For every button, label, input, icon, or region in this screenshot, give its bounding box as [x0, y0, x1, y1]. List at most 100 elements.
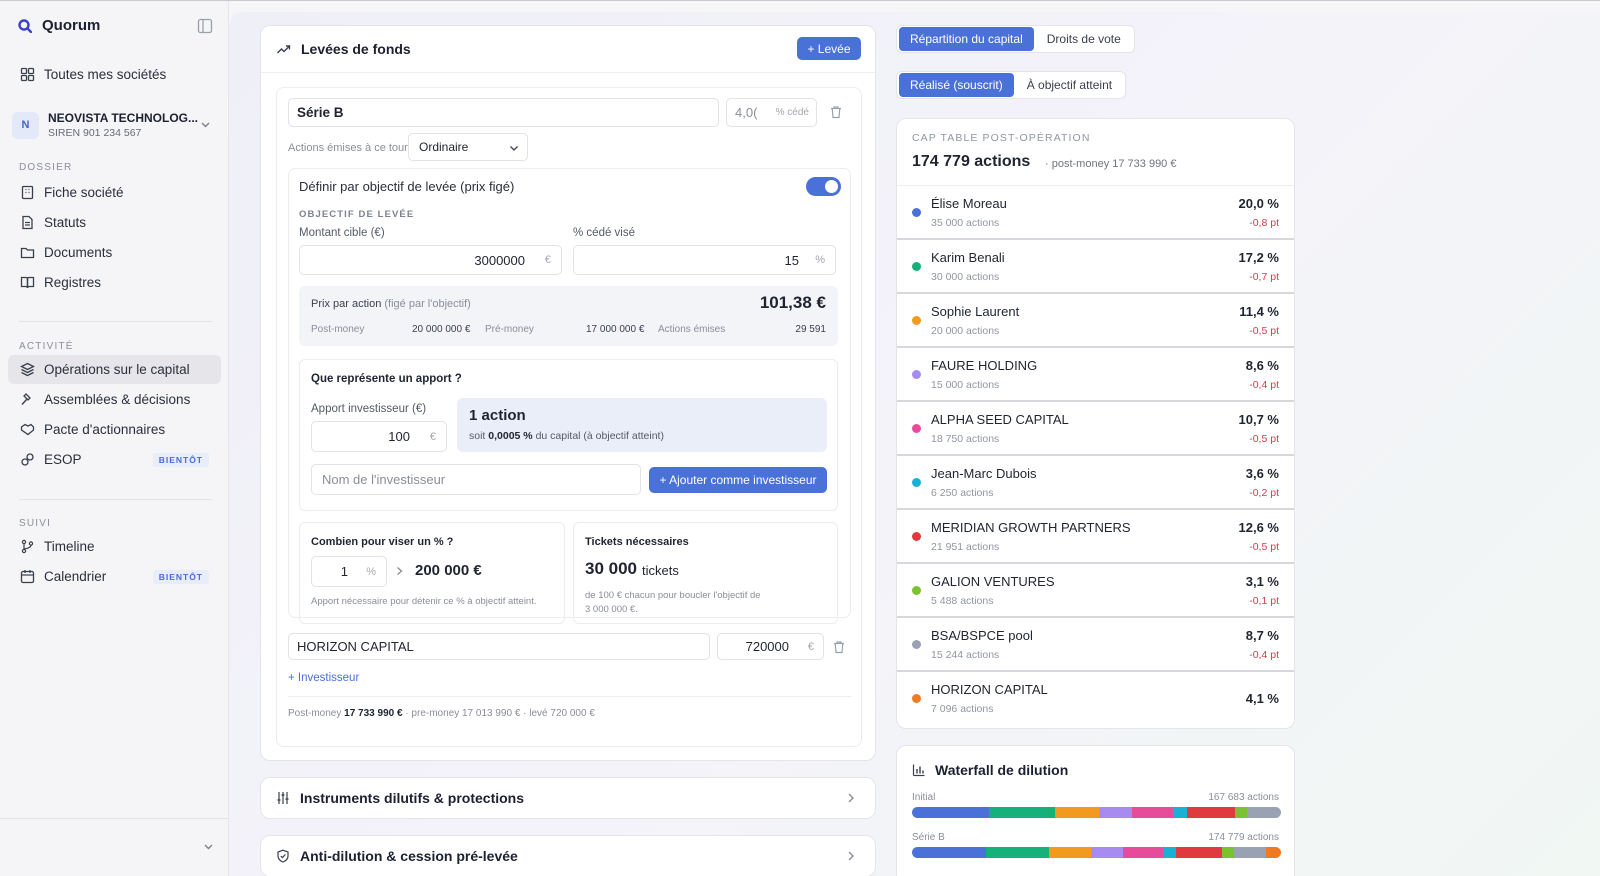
sidebar-item-registres[interactable]: Registres	[8, 268, 221, 297]
holder-row[interactable]: Élise Moreau 35 000 actions 20,0 % -0,8 pt	[897, 186, 1294, 240]
holder-shares: 18 750 actions	[931, 433, 1000, 445]
waterfall-segment	[1055, 807, 1100, 818]
holder-row[interactable]: BSA/BSPCE pool 15 244 actions 8,7 % -0,4 pt	[897, 618, 1294, 672]
shares-type-select[interactable]: Ordinaire	[408, 133, 528, 161]
waterfall-segment	[1265, 847, 1281, 858]
levees-title: Levées de fonds	[301, 41, 411, 57]
shares-label: Actions émises à ce tour	[288, 142, 408, 154]
apport-input[interactable]: 100 €	[311, 421, 447, 452]
holder-row[interactable]: Karim Benali 30 000 actions 17,2 % -0,7 pt	[897, 240, 1294, 294]
holder-delta: -0,4 pt	[1249, 379, 1279, 391]
sidebar-item-label: ESOP	[44, 452, 82, 467]
waterfall-segment	[989, 807, 1056, 818]
holder-row[interactable]: FAURE HOLDING 15 000 actions 8,6 % -0,4 pt	[897, 348, 1294, 402]
waterfall-segment	[1247, 807, 1281, 818]
round-pct-input[interactable]: 4,0( % cédé	[726, 98, 817, 127]
tab-objectif-atteint[interactable]: À objectif atteint	[1016, 73, 1123, 97]
chevron-down-icon[interactable]	[203, 841, 214, 852]
price-label-text: Prix par action	[311, 298, 382, 310]
combien-pct-input[interactable]: 1 %	[311, 556, 387, 587]
captable-card: CAP TABLE POST-OPÉRATION 174 779 actions…	[896, 118, 1295, 729]
post-money-label: Post-money	[311, 324, 365, 335]
add-investor-link[interactable]: + Investisseur	[288, 672, 359, 684]
sidebar-item-label: Calendrier	[44, 569, 107, 584]
sidebar-item-timeline[interactable]: Timeline	[8, 532, 221, 561]
holder-shares: 30 000 actions	[931, 271, 1000, 283]
tab-droits-de-vote[interactable]: Droits de vote	[1036, 27, 1132, 51]
holder-delta: -0,8 pt	[1249, 217, 1279, 229]
sidebar-item-all-companies[interactable]: Toutes mes sociétés	[8, 60, 221, 89]
holder-shares: 15 000 actions	[931, 379, 1000, 391]
pre-money-label: Pré-money	[485, 324, 534, 335]
sidebar-item-label: Pacte d'actionnaires	[44, 422, 166, 437]
sidebar-item-assemblees[interactable]: Assemblées & décisions	[8, 385, 221, 414]
holder-shares: 15 244 actions	[931, 649, 1000, 661]
sidebar-item-documents[interactable]: Documents	[8, 238, 221, 267]
shares-type-value: Ordinaire	[419, 140, 469, 154]
holder-pct: 11,4 %	[1239, 304, 1279, 319]
waterfall-bar	[912, 807, 1281, 818]
trash-icon[interactable]	[829, 105, 843, 119]
company-switcher[interactable]: N NEOVISTA TECHNOLOG... SIREN 901 234 56…	[12, 109, 217, 141]
price-panel: Prix par action (figé par l'objectif) 10…	[299, 286, 838, 346]
holder-row[interactable]: Sophie Laurent 20 000 actions 11,4 % -0,5 p…	[897, 294, 1294, 348]
add-as-investor-button[interactable]: + Ajouter comme investisseur	[649, 467, 827, 493]
holder-row[interactable]: Jean-Marc Dubois 6 250 actions 3,6 % -0,2 p…	[897, 456, 1294, 510]
footer-post-label: Post-money	[288, 708, 342, 719]
sidebar-item-pacte[interactable]: Pacte d'actionnaires	[8, 415, 221, 444]
sidebar-item-operations[interactable]: Opérations sur le capital	[8, 355, 221, 384]
holder-shares: 5 488 actions	[931, 595, 994, 607]
git-branch-icon	[21, 539, 34, 554]
add-levee-button[interactable]: + Levée	[797, 37, 861, 60]
sidebar-item-esop[interactable]: ESOP BIENTÔT	[8, 445, 221, 474]
investor-row-name-input[interactable]: HORIZON CAPITAL	[288, 633, 710, 660]
holder-color-dot	[912, 424, 921, 433]
footer-rest: · pre-money 17 013 990 € · levé 720 000 …	[405, 708, 595, 719]
instruments-section[interactable]: Instruments dilutifs & protections	[260, 777, 876, 819]
holder-name: HORIZON CAPITAL	[931, 682, 1048, 697]
objective-toggle[interactable]	[806, 177, 841, 196]
tab-realise[interactable]: Réalisé (souscrit)	[899, 73, 1014, 97]
waterfall-segment	[1235, 807, 1248, 818]
grid-icon	[20, 67, 35, 82]
waterfall-segment	[1049, 847, 1092, 858]
investor-divider	[288, 696, 851, 697]
holder-pct: 8,6 %	[1245, 358, 1279, 373]
tab-repartition[interactable]: Répartition du capital	[899, 27, 1034, 51]
sidebar-collapse-icon[interactable]	[197, 18, 213, 34]
tickets-count: 30 000	[585, 559, 637, 578]
waterfall-segment	[1099, 807, 1132, 818]
holder-row[interactable]: ALPHA SEED CAPITAL 18 750 actions 10,7 % -0…	[897, 402, 1294, 456]
waterfall-segment	[1131, 807, 1174, 818]
combien-hint: Apport nécessaire pour détenir ce % à ob…	[311, 596, 537, 607]
waterfall-segment	[985, 847, 1050, 858]
target-pct-input[interactable]: 15 %	[573, 245, 836, 275]
waterfall-segment	[1186, 807, 1236, 818]
brand[interactable]: Quorum	[18, 17, 100, 34]
sidebar-item-calendrier[interactable]: Calendrier BIENTÔT	[8, 562, 221, 591]
investor-name-input[interactable]: Nom de l'investisseur	[311, 464, 641, 495]
company-avatar: N	[12, 111, 39, 139]
investor-row-amount-input[interactable]: 720000 €	[717, 633, 824, 660]
holder-pct: 8,7 %	[1245, 628, 1279, 643]
holder-row[interactable]: HORIZON CAPITAL 7 096 actions 4,1 %	[897, 672, 1294, 726]
trash-icon[interactable]	[832, 640, 846, 654]
waterfall-bar	[912, 847, 1281, 858]
holder-name: BSA/BSPCE pool	[931, 628, 1033, 643]
holder-color-dot	[912, 316, 921, 325]
holder-row[interactable]: MERIDIAN GROWTH PARTNERS 21 951 actions 12…	[897, 510, 1294, 564]
investor-name-placeholder: Nom de l'investisseur	[322, 472, 446, 487]
sidebar-footer-divider	[0, 818, 229, 819]
sidebar-item-fiche[interactable]: Fiche société	[8, 178, 221, 207]
sidebar-item-label: Statuts	[44, 215, 87, 230]
quorum-logo-icon	[18, 18, 32, 33]
round-name-input[interactable]: Série B	[288, 98, 719, 127]
shares-issued-value: 29 591	[795, 324, 826, 335]
antidilution-section[interactable]: Anti-dilution & cession pré-levée	[260, 835, 876, 876]
combien-pct-unit: %	[366, 565, 376, 578]
target-amount-input[interactable]: 3000000 €	[299, 245, 562, 275]
holder-row[interactable]: GALION VENTURES 5 488 actions 3,1 % -0,1 pt	[897, 564, 1294, 618]
sidebar-item-statuts[interactable]: Statuts	[8, 208, 221, 237]
apport-result-panel: 1 action soit 0,0005 % du capital (à obj…	[457, 398, 827, 452]
combien-title: Combien pour viser un % ?	[311, 536, 454, 548]
